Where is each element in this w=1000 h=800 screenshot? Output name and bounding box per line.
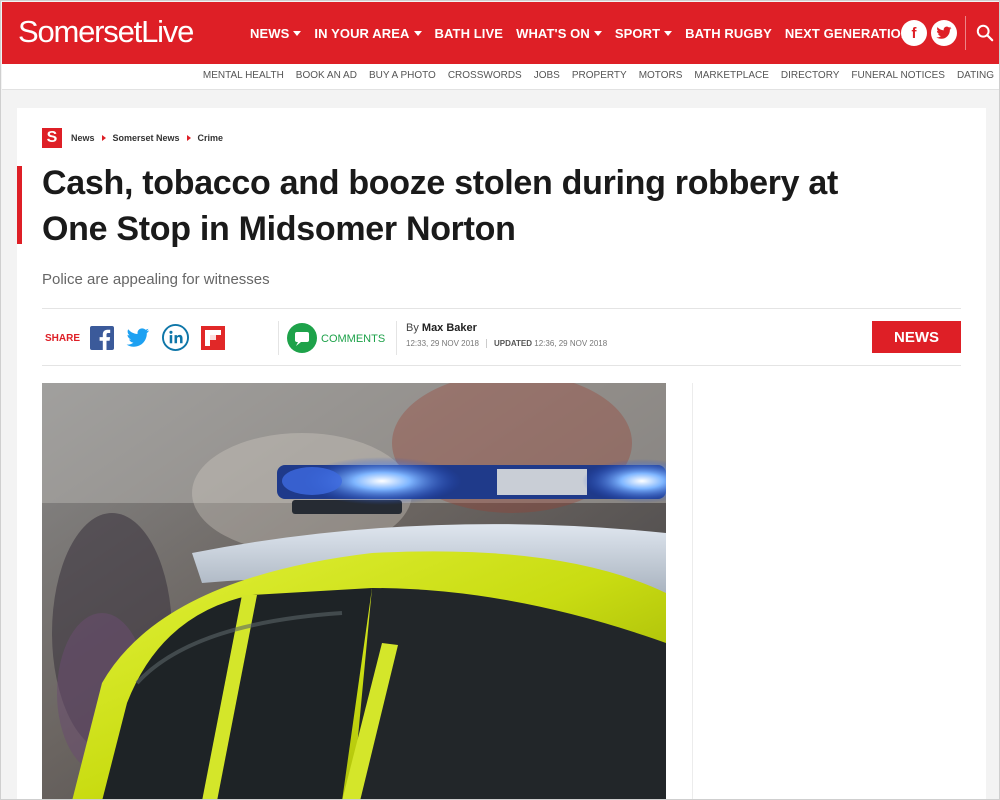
twitter-icon[interactable] [931, 20, 957, 46]
site-header: SomersetLive NEWS IN YOUR AREA BATH LIVE… [2, 2, 999, 64]
chevron-down-icon [593, 30, 602, 36]
search-icon[interactable] [976, 24, 994, 42]
timestamp-divider [485, 339, 487, 349]
nav-item-label: IN YOUR AREA [314, 25, 410, 41]
nav-item-next-generation[interactable]: NEXT GENERATION [785, 26, 911, 41]
headline-line-2: One Stop in Midsomer Norton [42, 210, 516, 248]
nav-item-whats-on[interactable]: WHAT'S ON [516, 26, 602, 41]
breadcrumb-item-crime[interactable]: Crime [198, 133, 224, 143]
nav-item-label: WHAT'S ON [516, 25, 590, 41]
updated-time: 12:36, 29 NOV 2018 [534, 339, 608, 348]
facebook-icon[interactable] [90, 326, 114, 350]
subnav-item-book-an-ad[interactable]: BOOK AN AD [296, 70, 357, 81]
article-hero-image[interactable] [42, 383, 666, 799]
linkedin-icon[interactable] [162, 324, 189, 351]
breadcrumb-item-somerset-news[interactable]: Somerset News [113, 133, 180, 143]
category-tag[interactable]: NEWS [872, 321, 961, 353]
subnav-item-marketplace[interactable]: MARKETPLACE [694, 70, 768, 81]
byline: By Max Baker [406, 322, 477, 334]
facebook-icon[interactable]: f [901, 20, 927, 46]
subnav-item-jobs[interactable]: JOBS [534, 70, 560, 81]
article-standfirst: Police are appealing for witnesses [42, 271, 270, 288]
section-badge: S [42, 128, 62, 148]
byline-prefix: By [406, 322, 419, 334]
main-nav: NEWS IN YOUR AREA BATH LIVE WHAT'S ON SP… [250, 2, 923, 64]
site-logo[interactable]: SomersetLive [18, 14, 194, 50]
header-social-links: f [901, 20, 957, 46]
subnav-item-funeral-notices[interactable]: FUNERAL NOTICES [851, 70, 945, 81]
flipboard-icon[interactable] [201, 326, 225, 350]
secondary-nav-items: MENTAL HEALTH BOOK AN AD BUY A PHOTO CRO… [191, 70, 994, 81]
updated-label: UPDATED [493, 339, 533, 348]
meta-divider [396, 321, 397, 355]
chevron-right-icon [101, 135, 106, 141]
chevron-down-icon [413, 30, 422, 36]
header-divider [965, 16, 966, 50]
breadcrumb-item-news[interactable]: News [71, 133, 95, 143]
sidebar-divider [692, 383, 693, 799]
subnav-item-mental-health[interactable]: MENTAL HEALTH [203, 70, 284, 81]
nav-item-bath-live[interactable]: BATH LIVE [435, 26, 504, 41]
breadcrumb: News Somerset News Crime [71, 133, 223, 143]
nav-item-label: NEXT GENERATION [784, 25, 911, 41]
author-link[interactable]: Max Baker [422, 322, 477, 334]
nav-item-bath-rugby[interactable]: BATH RUGBY [685, 26, 772, 41]
nav-item-label: SPORT [614, 25, 661, 41]
subnav-item-crosswords[interactable]: CROSSWORDS [448, 70, 522, 81]
published-time: 12:33, 29 NOV 2018 [406, 339, 479, 348]
meta-divider [278, 321, 279, 355]
subnav-item-dating[interactable]: DATING [957, 70, 994, 81]
chevron-down-icon [664, 30, 673, 36]
logo-part2: Live [141, 14, 194, 49]
article-headline: Cash, tobacco and booze stolen during ro… [42, 160, 922, 252]
subnav-item-motors[interactable]: MOTORS [639, 70, 683, 81]
article-meta-bar: SHARE COMMENTS By Max Baker 12:33, 29 NO… [42, 308, 961, 366]
nav-item-sport[interactable]: SPORT [614, 25, 673, 41]
chevron-down-icon [293, 30, 302, 36]
subnav-item-buy-a-photo[interactable]: BUY A PHOTO [369, 70, 436, 81]
secondary-nav: MENTAL HEALTH BOOK AN AD BUY A PHOTO CRO… [2, 64, 999, 90]
twitter-icon[interactable] [126, 326, 150, 350]
nav-item-in-your-area[interactable]: IN YOUR AREA [314, 25, 422, 41]
article-timestamps: 12:33, 29 NOV 2018 UPDATED 12:36, 29 NOV … [406, 339, 608, 349]
nav-item-label: BATH RUGBY [685, 25, 772, 41]
subnav-item-directory[interactable]: DIRECTORY [781, 70, 840, 81]
nav-item-label: BATH LIVE [434, 25, 504, 41]
police-car-image [42, 383, 666, 799]
nav-item-news[interactable]: NEWS [250, 25, 302, 41]
share-label: SHARE [45, 333, 81, 344]
nav-item-label: NEWS [250, 25, 290, 41]
comment-bubble-icon[interactable] [287, 323, 317, 353]
headline-line-1: Cash, tobacco and booze stolen during ro… [42, 164, 839, 202]
headline-accent-bar [17, 166, 22, 244]
chevron-right-icon [186, 135, 191, 141]
browser-viewport: SomersetLive NEWS IN YOUR AREA BATH LIVE… [0, 0, 1000, 800]
logo-part1: Somerset [18, 14, 142, 49]
subnav-item-property[interactable]: PROPERTY [572, 70, 627, 81]
comments-link[interactable]: COMMENTS [321, 333, 385, 345]
